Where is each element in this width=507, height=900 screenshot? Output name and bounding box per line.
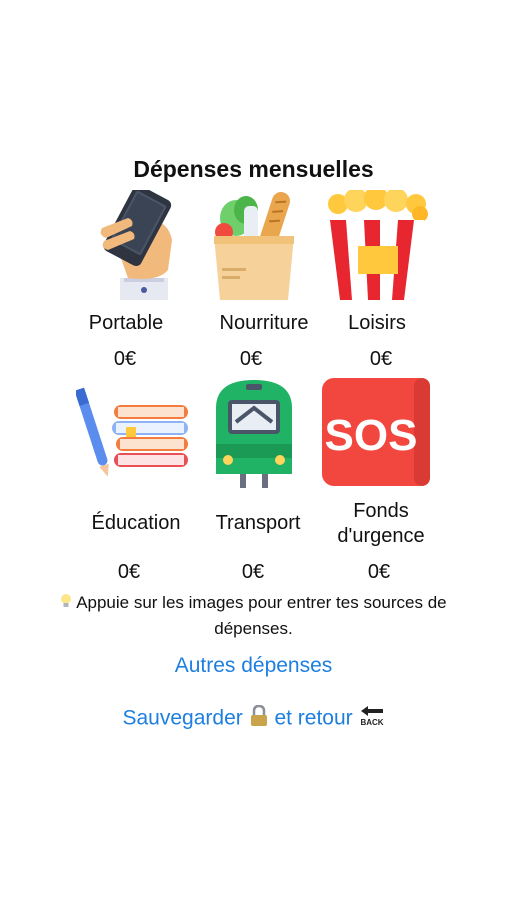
category-portable-button[interactable] <box>88 190 178 302</box>
save-and-back-link[interactable]: Sauvegarder et retour BACK <box>0 704 507 733</box>
category-label: Nourriture <box>219 312 309 334</box>
train-icon <box>216 380 292 488</box>
smartphone-hand-icon <box>100 190 172 300</box>
category-amount: 0€ <box>239 348 263 370</box>
save-label: Sauvegarder <box>122 706 243 730</box>
category-label: Éducation <box>91 512 181 534</box>
category-transport-button[interactable] <box>212 378 296 490</box>
hint-text: Appuie sur les images pour entrer tes so… <box>76 593 447 639</box>
hint-text-block: Appuie sur les images pour entrer tes so… <box>20 590 487 641</box>
category-loisirs-button[interactable] <box>320 190 434 302</box>
lock-icon <box>249 704 269 733</box>
category-label: Transport <box>215 512 301 534</box>
back-arrow-icon: BACK <box>359 705 385 733</box>
books-pen-icon <box>76 387 188 477</box>
category-nourriture-button[interactable] <box>208 190 300 302</box>
category-education-button[interactable] <box>76 385 190 479</box>
sos-icon: SOS <box>322 378 430 486</box>
category-amount: 0€ <box>113 348 137 370</box>
category-label: Fonds d'urgence <box>337 500 425 547</box>
lightbulb-icon <box>60 591 72 616</box>
category-label: Loisirs <box>348 312 406 334</box>
back-icon-text: BACK <box>360 718 383 727</box>
page-title: Dépenses mensuelles <box>133 156 374 182</box>
category-amount: 0€ <box>367 561 391 583</box>
category-label: Portable <box>88 312 164 334</box>
other-expenses-link[interactable]: Autres dépenses <box>0 654 507 678</box>
category-fonds-urgence-button[interactable]: SOS <box>320 376 432 488</box>
category-amount: 0€ <box>241 561 265 583</box>
grocery-bag-icon <box>214 192 294 300</box>
return-label: et retour <box>274 706 353 730</box>
category-amount: 0€ <box>369 348 393 370</box>
sos-icon-text: SOS <box>325 411 418 460</box>
category-amount: 0€ <box>117 561 141 583</box>
popcorn-icon <box>328 190 428 300</box>
